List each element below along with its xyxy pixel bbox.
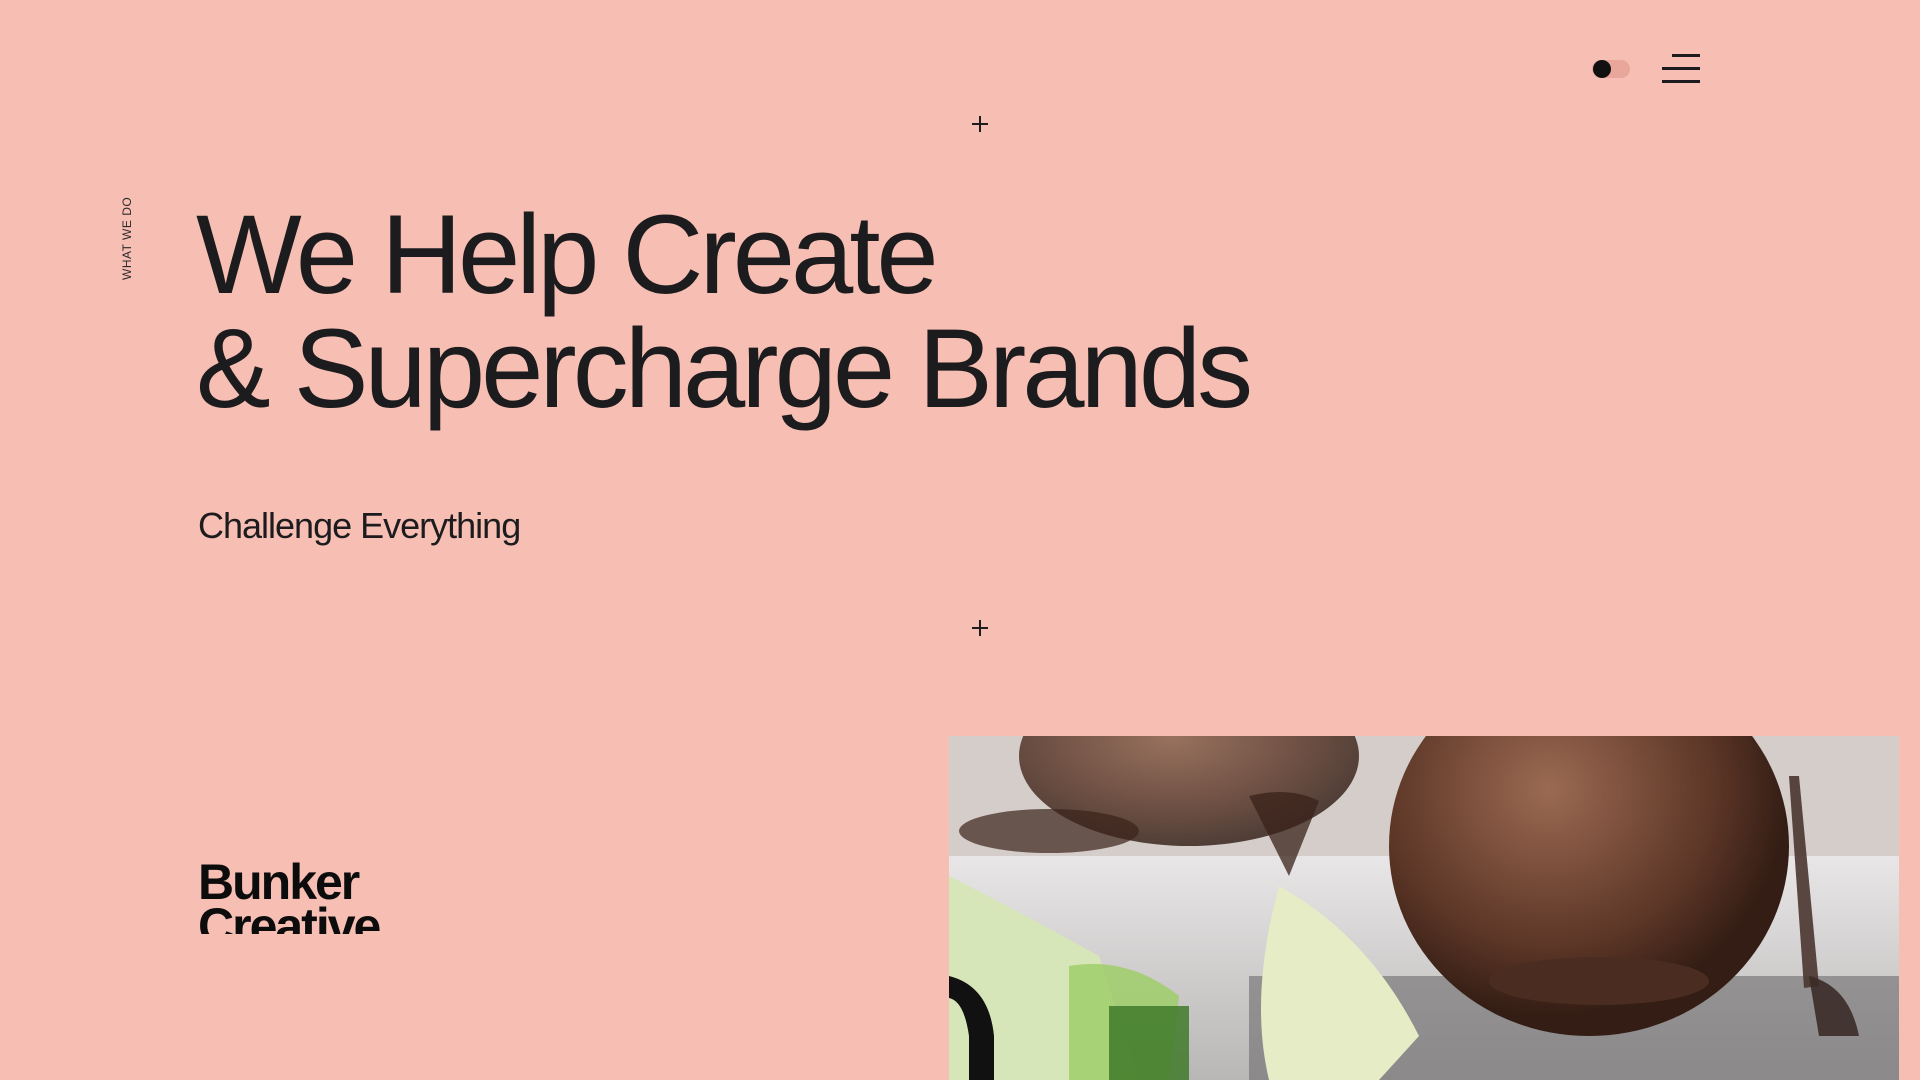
menu-line bbox=[1662, 80, 1700, 83]
hero-image bbox=[949, 736, 1899, 1080]
page: WHAT WE DO We Help Create & Supercharge … bbox=[0, 0, 1899, 1080]
theme-toggle[interactable] bbox=[1592, 60, 1630, 78]
logo-line-2: Creative bbox=[198, 898, 381, 934]
headline-line-2: & Supercharge Brands bbox=[196, 306, 1253, 431]
menu-line bbox=[1662, 67, 1700, 70]
subheading: Challenge Everything bbox=[198, 505, 521, 546]
toggle-knob-icon bbox=[1593, 60, 1611, 78]
section-label: WHAT WE DO bbox=[120, 196, 134, 280]
plus-icon bbox=[972, 620, 988, 636]
logo[interactable]: Bunker Creative bbox=[198, 860, 438, 934]
headline-line-1: We Help Create bbox=[196, 192, 939, 317]
hamburger-menu-icon bbox=[1672, 54, 1700, 57]
dessert-photo bbox=[949, 736, 1899, 1080]
menu-button[interactable] bbox=[1660, 52, 1700, 86]
plus-icon bbox=[972, 116, 988, 132]
headline: We Help Create & Supercharge Brands bbox=[196, 192, 1253, 431]
